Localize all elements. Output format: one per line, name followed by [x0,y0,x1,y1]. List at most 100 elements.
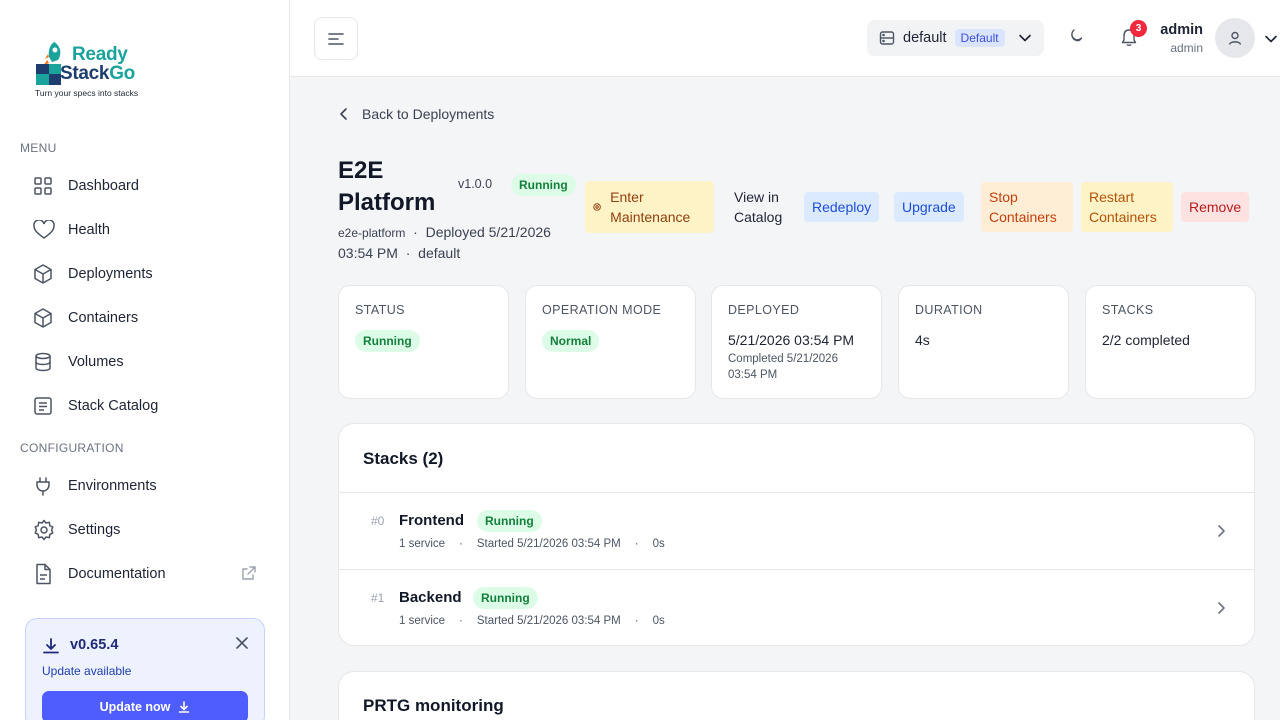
stacks-stat-card: STACKS 2/2 completed [1085,285,1256,399]
sidebar-item-label: Health [68,222,110,238]
stack-row[interactable]: #0 Frontend Running 1 service · Started 5… [339,493,1254,569]
update-available-card: v0.65.4 Update available Update now [25,618,265,720]
stat-label: STACKS [1102,303,1154,317]
stop-containers-button[interactable]: Stop Containers [981,182,1073,232]
brand-logo[interactable]: Ready StackGo Turn your specs into stack… [34,38,154,100]
cube-icon [20,308,68,328]
operation-mode-stat-card: OPERATION MODE Normal [525,285,696,399]
stat-label: DURATION [915,303,983,317]
stack-index: #0 [371,514,385,528]
page-title: E2E Platform [338,157,436,216]
stack-index: #1 [371,591,385,605]
status-badge: Running [511,174,576,196]
maintenance-icon [593,203,601,211]
stat-label: STATUS [355,303,405,317]
upgrade-button[interactable]: Upgrade [894,192,964,222]
stack-info: 1 service · Started 5/21/2026 03:54 PM · 0… [399,538,665,550]
user-role: admin [1170,41,1203,55]
enter-maintenance-button[interactable]: Enter Maintenance [585,181,714,233]
download-icon [42,637,60,660]
sidebar-item-stack-catalog[interactable]: Stack Catalog [20,386,270,426]
stack-duration: 0s [652,615,665,627]
status-badge: Running [473,587,538,609]
restart-containers-button[interactable]: Restart Containers [1081,182,1173,232]
document-icon [20,563,68,585]
back-link-label: Back to Deployments [362,106,495,122]
sidebar-item-deployments[interactable]: Deployments [20,254,270,294]
user-icon [1228,31,1242,45]
back-to-deployments-link[interactable]: Back to Deployments [339,106,494,122]
stacks-card: Stacks (2) #0 Frontend Running 1 service… [338,423,1255,646]
stack-name: Frontend [399,512,464,529]
sidebar-item-environments[interactable]: Environments [20,466,270,506]
user-name[interactable]: admin [1160,22,1203,38]
sidebar-item-volumes[interactable]: Volumes [20,342,270,382]
stack-info: 1 service · Started 5/21/2026 03:54 PM · 0… [399,615,665,627]
status-badge: Running [355,330,420,352]
chevron-down-icon [1019,34,1031,42]
chevron-right-icon [1218,602,1225,614]
user-menu-chevron-icon[interactable] [1264,32,1278,51]
sidebar-item-label: Dashboard [68,178,139,194]
redeploy-button[interactable]: Redeploy [804,192,880,222]
stat-label: DEPLOYED [728,303,800,317]
brand-go: Go [109,63,135,84]
download-icon [179,701,190,713]
hamburger-icon [328,32,344,45]
deployment-version: v1.0.0 [458,177,493,191]
environment-selector[interactable]: default Default [867,20,1044,56]
sidebar-item-label: Documentation [68,566,166,582]
stack-duration: 0s [652,538,665,550]
stat-value: 4s [915,332,930,348]
dot-separator: · [459,538,463,550]
menu-section-label: MENU [20,141,57,155]
meta-separator: · [401,245,419,261]
gear-icon [20,519,68,541]
stack-started: Started 5/21/2026 03:54 PM [476,538,621,550]
grid-icon [20,176,68,196]
sidebar-item-containers[interactable]: Containers [20,298,270,338]
heart-icon [20,220,68,240]
theme-toggle-moon-icon[interactable] [1068,28,1084,49]
close-icon[interactable] [236,636,248,654]
status-badge: Running [477,510,542,532]
notifications-bell-icon[interactable]: 3 [1120,20,1147,52]
dot-separator: · [459,615,463,627]
stack-services: 1 service [399,615,446,627]
operation-mode-badge: Normal [542,330,600,352]
environment-name: default [903,30,947,46]
stat-label: OPERATION MODE [542,303,662,317]
sidebar-item-label: Environments [68,478,157,494]
deployment-environment: default [418,245,461,261]
dot-separator: · [634,538,639,550]
cube-icon [20,264,68,284]
brand-tagline: Turn your specs into stacks [35,88,139,98]
sidebar-item-documentation[interactable]: Documentation [20,554,270,594]
prtg-monitoring-card: PRTG monitoring [338,671,1255,720]
database-icon [20,352,68,372]
notification-count-badge: 3 [1130,20,1147,37]
deployment-slug: e2e-platform [338,226,406,240]
update-version: v0.65.4 [70,637,119,653]
stack-services: 1 service [399,538,446,550]
stack-started: Started 5/21/2026 03:54 PM [476,615,621,627]
menu-toggle-button[interactable] [314,17,358,60]
remove-button[interactable]: Remove [1181,192,1250,222]
stat-subtext: Completed 5/21/2026 03:54 PM [728,353,838,381]
stat-value: 5/21/2026 03:54 PM [728,332,855,348]
sidebar: Ready StackGo Turn your specs into stack… [0,0,290,720]
stat-value: 2/2 completed [1102,332,1190,348]
view-in-catalog-button[interactable]: View in Catalog [726,182,796,232]
sidebar-item-dashboard[interactable]: Dashboard [20,166,270,206]
update-now-button[interactable]: Update now [42,691,248,720]
sidebar-item-settings[interactable]: Settings [20,510,270,550]
update-status-text: Update available [42,664,132,678]
environment-default-badge: Default [954,29,1005,47]
sidebar-item-label: Stack Catalog [68,398,159,414]
stack-row[interactable]: #1 Backend Running 1 service · Started 5/… [339,570,1254,646]
deployed-stat-card: DEPLOYED 5/21/2026 03:54 PM Completed 5/… [711,285,882,399]
sidebar-item-health[interactable]: Health [20,210,270,250]
avatar[interactable] [1215,18,1255,58]
sidebar-item-label: Deployments [68,266,153,282]
prtg-heading: PRTG monitoring [363,696,504,715]
